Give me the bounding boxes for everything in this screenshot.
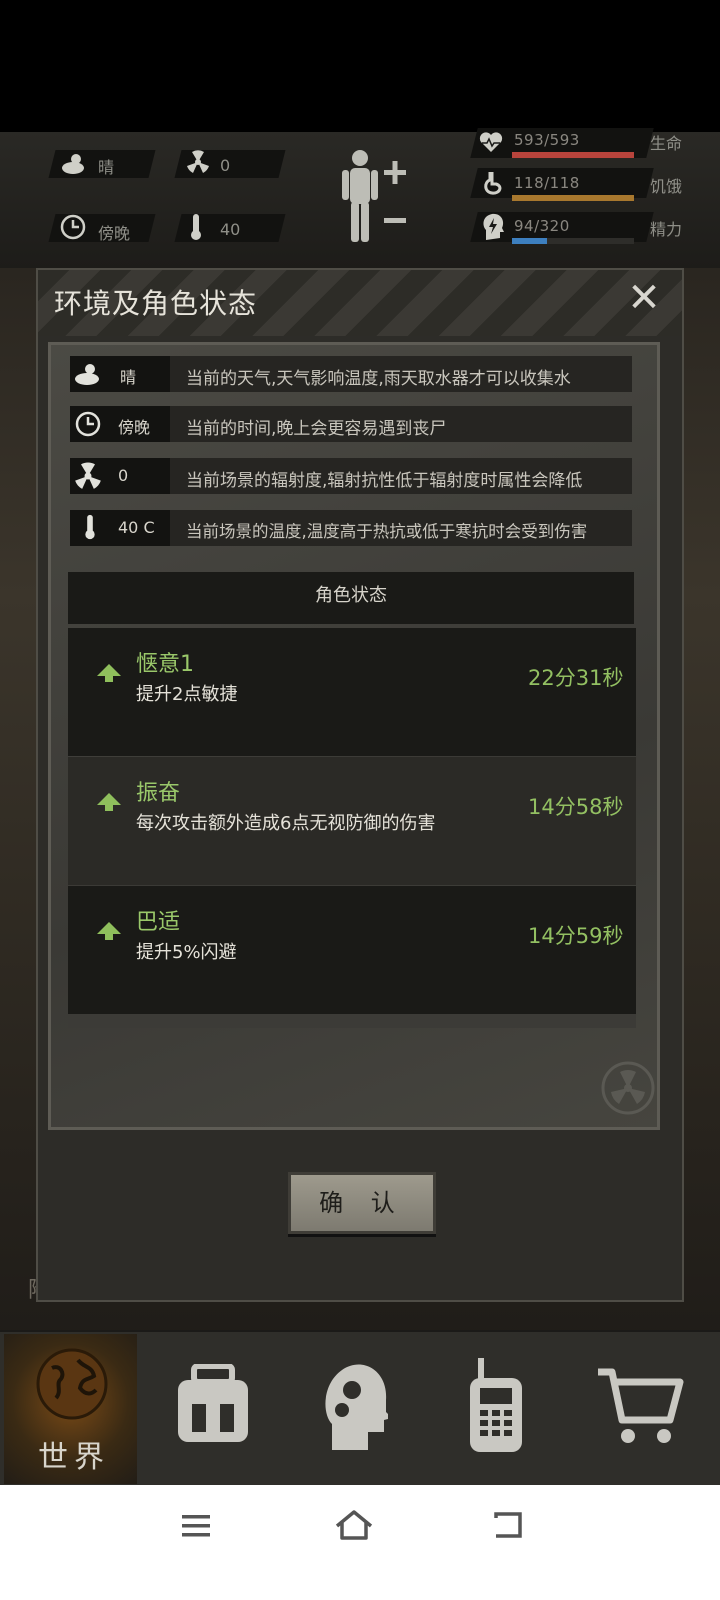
energy-bar	[512, 238, 634, 244]
buff-row: 巴适 提升5%闪避 14分59秒	[68, 886, 636, 1014]
skills-head-icon[interactable]	[322, 1360, 388, 1452]
buff-desc: 每次攻击额外造成6点无视防御的伤害	[136, 813, 436, 834]
close-icon: ✕	[627, 275, 661, 321]
weather-sun-cloud-icon	[75, 364, 99, 385]
env-desc: 当前场景的温度,温度高于热抗或低于寒抗时会受到伤害	[186, 522, 588, 541]
confirm-button[interactable]: 确 认	[288, 1172, 436, 1234]
env-desc: 当前的时间,晚上会更容易遇到丧尸	[186, 419, 447, 439]
env-row-time: 傍晚 当前的时间,晚上会更容易遇到丧尸	[70, 406, 632, 442]
hp-value: 593/593	[514, 131, 580, 149]
backpack-icon[interactable]	[172, 1364, 254, 1446]
menu-icon[interactable]	[180, 1512, 212, 1540]
close-button[interactable]: ✕	[622, 276, 666, 320]
radiation-icon	[75, 462, 101, 489]
thermometer-icon	[191, 214, 201, 240]
buff-time: 22分31秒	[528, 666, 624, 690]
env-value: 40 C	[118, 518, 155, 537]
buff-row: 振奋 每次攻击额外造成6点无视防御的伤害 14分58秒	[68, 757, 636, 885]
system-navigation-bar	[0, 1485, 720, 1600]
cart-icon[interactable]	[596, 1366, 684, 1446]
clock-icon	[60, 214, 86, 240]
hunger-label: 饥饿	[650, 177, 683, 196]
hunger-value: 118/118	[514, 174, 580, 192]
env-row-temperature: 40 C 当前场景的温度,温度高于热抗或低于寒抗时会受到伤害	[70, 510, 632, 546]
radiation-watermark-icon	[601, 1061, 655, 1115]
character-body-icon[interactable]	[340, 148, 412, 246]
list-footer	[68, 1014, 636, 1028]
hp-bar	[512, 152, 634, 158]
buff-up-arrow-icon	[97, 922, 121, 940]
home-icon[interactable]	[334, 1508, 374, 1542]
heart-icon	[479, 132, 503, 152]
env-desc: 当前场景的辐射度,辐射抗性低于辐射度时属性会降低	[186, 471, 583, 491]
clock-icon	[75, 411, 101, 437]
stomach-icon	[484, 172, 502, 195]
thermometer-icon	[85, 514, 95, 540]
dialog-title: 环境及角色状态	[54, 287, 258, 320]
buff-desc: 提升2点敏捷	[136, 684, 238, 705]
buff-desc: 提升5%闪避	[136, 942, 237, 963]
hp-label: 生命	[650, 134, 683, 153]
env-value: 0	[118, 466, 129, 485]
time-value: 傍晚	[98, 224, 131, 243]
buff-name: 惬意1	[136, 652, 194, 677]
env-value: 晴	[120, 368, 137, 387]
temperature-value: 40	[220, 220, 241, 239]
buff-time: 14分59秒	[528, 924, 624, 948]
radio-icon[interactable]	[468, 1358, 524, 1454]
buff-name: 巴适	[136, 910, 181, 935]
buff-row: 惬意1 提升2点敏捷 22分31秒	[68, 628, 636, 756]
hunger-bar	[512, 195, 634, 201]
nav-world-tab[interactable]: 世界	[4, 1334, 137, 1484]
buff-name: 振奋	[136, 781, 181, 806]
env-row-weather: 晴 当前的天气,天气影响温度,雨天取水器才可以收集水	[70, 356, 632, 392]
back-icon[interactable]	[492, 1510, 526, 1540]
top-black-area	[0, 0, 720, 132]
buff-up-arrow-icon	[97, 793, 121, 811]
radiation-icon	[187, 150, 209, 173]
buff-up-arrow-icon	[97, 664, 121, 682]
world-label: 世界	[38, 1440, 110, 1475]
character-status-header: 角色状态	[68, 572, 634, 624]
env-value: 傍晚	[118, 418, 151, 437]
weather-value: 晴	[98, 158, 115, 177]
energy-head-icon	[483, 213, 504, 240]
globe-icon	[36, 1348, 108, 1420]
env-desc: 当前的天气,天气影响温度,雨天取水器才可以收集水	[186, 369, 571, 389]
weather-sun-cloud-icon	[62, 154, 84, 174]
radiation-value: 0	[220, 156, 231, 175]
env-row-radiation: 0 当前场景的辐射度,辐射抗性低于辐射度时属性会降低	[70, 458, 632, 494]
energy-label: 精力	[650, 220, 683, 239]
buff-time: 14分58秒	[528, 795, 624, 819]
energy-value: 94/320	[514, 217, 570, 235]
